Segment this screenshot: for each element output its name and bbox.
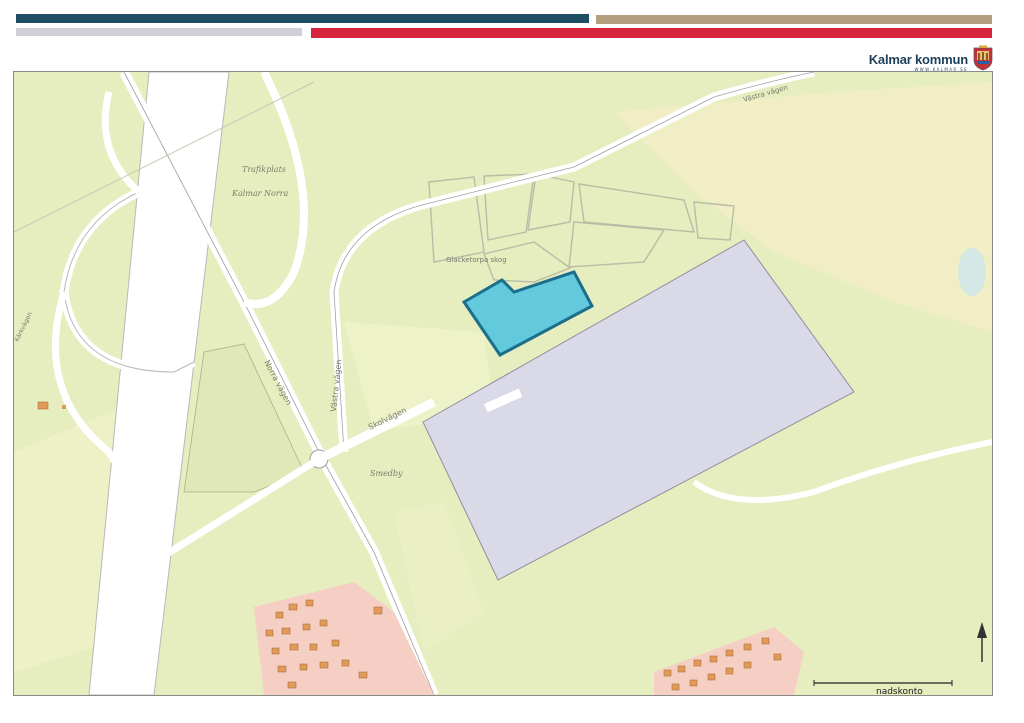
header-bar-grey <box>16 28 302 36</box>
map-viewport[interactable]: Trafikplats Kalmar Norra Norra vägen Väs… <box>13 71 993 696</box>
scale-label: nadskonto <box>876 687 923 697</box>
map-page: Kalmar kommun WWW.KALMAR.SE Trafikplats … <box>0 0 1024 723</box>
brand-name: Kalmar kommun <box>868 52 968 67</box>
coat-of-arms-icon <box>973 45 993 71</box>
header-bar-navy <box>16 14 589 23</box>
label-smedby: Smedby <box>370 469 403 478</box>
pond <box>958 248 986 296</box>
header-bar-tan <box>596 15 992 24</box>
label-place-north: Glacketorpa skog <box>446 256 507 264</box>
header-bar-red <box>311 28 992 38</box>
farm-building <box>37 401 49 410</box>
map-canvas[interactable]: Trafikplats Kalmar Norra Norra vägen Väs… <box>14 72 992 695</box>
label-trafikplats: Trafikplats <box>242 165 286 174</box>
label-kalmar-norra: Kalmar Norra <box>231 189 288 198</box>
brand-block: Kalmar kommun WWW.KALMAR.SE <box>869 53 968 72</box>
